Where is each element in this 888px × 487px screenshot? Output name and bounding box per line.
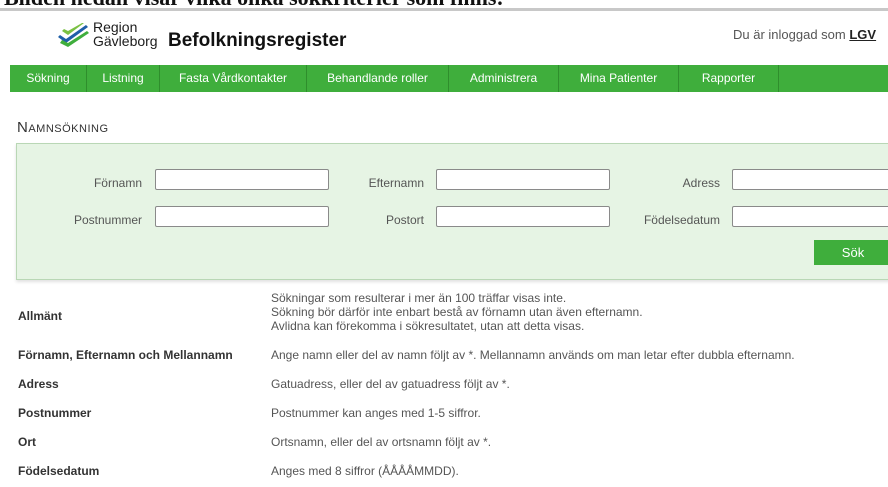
help-value: Anges med 8 siffror (ÅÅÅÅMMDD). bbox=[271, 464, 459, 478]
app-header: Region Gävleborg Befolkningsregister Du … bbox=[0, 11, 888, 68]
nav-item-administrera[interactable]: Administrera bbox=[449, 65, 559, 92]
help-key: Födelsedatum bbox=[18, 464, 100, 478]
help-value: Postnummer kan anges med 1-5 siffror. bbox=[271, 406, 481, 420]
efternamn-label: Efternamn bbox=[368, 176, 424, 190]
search-button[interactable]: Sök bbox=[814, 240, 888, 265]
fornamn-label: Förnamn bbox=[93, 176, 142, 190]
help-line: Sökning bör därför inte enbart bestå av … bbox=[271, 305, 643, 319]
help-line: Gatuadress, eller del av gatuadress följ… bbox=[271, 377, 510, 391]
nav-item-sokning[interactable]: Sökning bbox=[10, 65, 87, 92]
help-key: Förnamn, Efternamn och Mellannamn bbox=[18, 348, 233, 362]
logo-text: Region Gävleborg bbox=[93, 20, 158, 48]
help-line: Postnummer kan anges med 1-5 siffror. bbox=[271, 406, 481, 420]
postort-input[interactable] bbox=[436, 206, 610, 227]
fodelsedatum-input[interactable] bbox=[732, 206, 888, 227]
help-key: Ort bbox=[18, 435, 36, 449]
region-logo-icon bbox=[58, 23, 89, 47]
help-line: Sökningar som resulterar i mer än 100 tr… bbox=[271, 291, 567, 305]
adress-input[interactable] bbox=[732, 169, 888, 190]
app-title: Befolkningsregister bbox=[168, 30, 347, 51]
efternamn-input[interactable] bbox=[436, 169, 610, 190]
logged-in-user-link[interactable]: LGV bbox=[849, 27, 876, 42]
nav-item-fasta-vardkontakter[interactable]: Fasta Vårdkontakter bbox=[160, 65, 307, 92]
nav-item-behandlande-roller[interactable]: Behandlande roller bbox=[307, 65, 449, 92]
postort-label: Postort bbox=[385, 213, 424, 227]
adress-label: Adress bbox=[682, 176, 720, 190]
nav-item-mina-patienter[interactable]: Mina Patienter bbox=[559, 65, 679, 92]
nav-item-rapporter[interactable]: Rapporter bbox=[679, 65, 779, 92]
fodelsedatum-label: Födelsedatum bbox=[643, 213, 720, 227]
logo-text-line2: Gävleborg bbox=[93, 33, 158, 49]
help-key: Allmänt bbox=[18, 309, 63, 323]
postnummer-label: Postnummer bbox=[73, 213, 142, 227]
main-navbar: Sökning Listning Fasta Vårdkontakter Beh… bbox=[10, 65, 888, 92]
help-line: Ortsnamn, eller del av ortsnamn följt av… bbox=[271, 435, 492, 449]
postnummer-input[interactable] bbox=[155, 206, 329, 227]
nav-item-listning[interactable]: Listning bbox=[87, 65, 160, 92]
help-line: Anges med 8 siffror (ÅÅÅÅMMDD). bbox=[271, 464, 459, 478]
help-line: Avlidna kan förekomma i sökresultatet, u… bbox=[271, 319, 585, 333]
login-info: Du är inloggad som LGV bbox=[733, 27, 876, 42]
page-title: Namnsökning bbox=[17, 119, 109, 136]
help-value: Sökningar som resulterar i mer än 100 tr… bbox=[271, 291, 643, 333]
login-prefix: Du är inloggad som bbox=[733, 27, 846, 42]
help-value: Ortsnamn, eller del av ortsnamn följt av… bbox=[271, 435, 491, 449]
help-line: Ange namn eller del av namn följt av *. … bbox=[271, 348, 795, 362]
help-value: Ange namn eller del av namn följt av *. … bbox=[271, 348, 795, 362]
fornamn-input[interactable] bbox=[155, 169, 329, 190]
help-key: Postnummer bbox=[18, 406, 92, 420]
help-key: Adress bbox=[18, 377, 59, 391]
logo-text-line1: Region bbox=[93, 19, 138, 35]
help-value: Gatuadress, eller del av gatuadress följ… bbox=[271, 377, 510, 391]
